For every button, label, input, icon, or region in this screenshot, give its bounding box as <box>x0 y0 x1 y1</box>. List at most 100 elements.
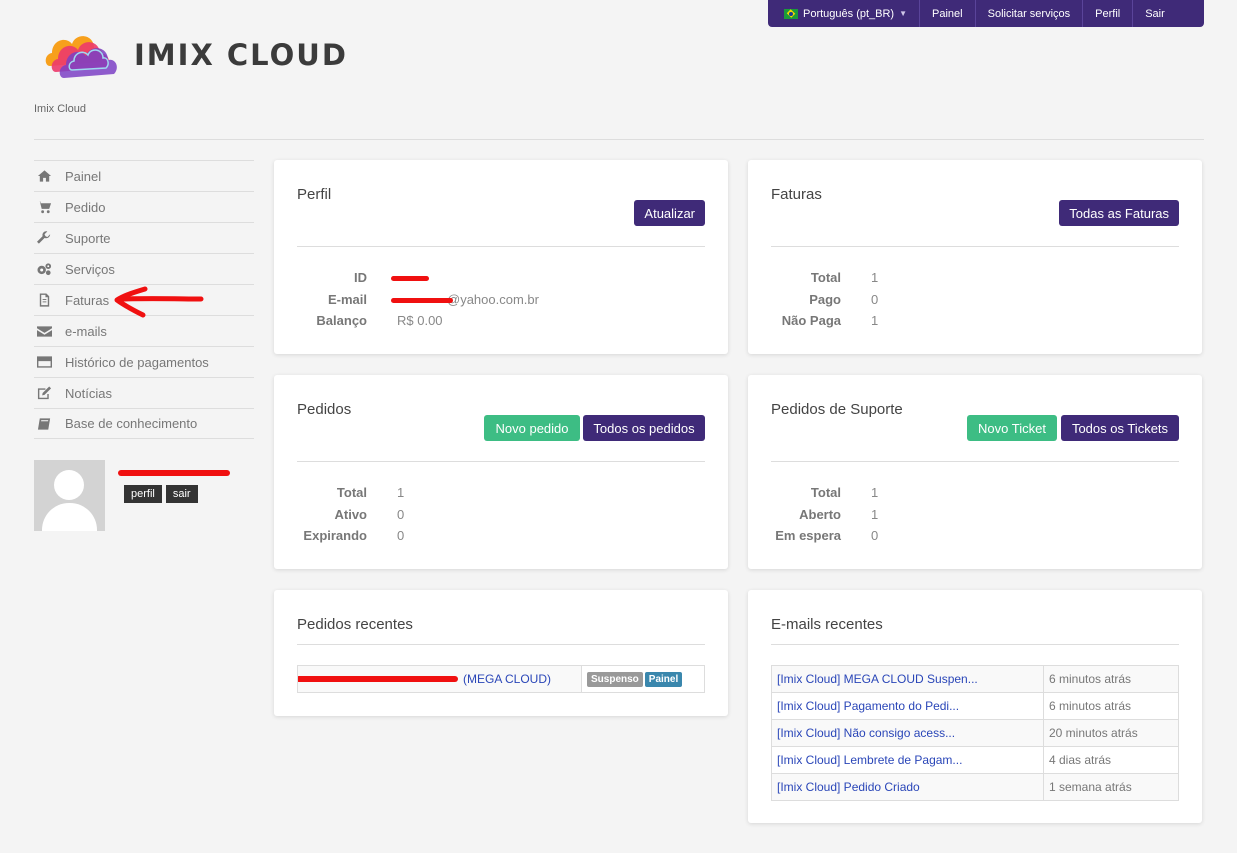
novo-ticket-button[interactable]: Novo Ticket <box>967 415 1057 441</box>
panel-title: Faturas <box>771 186 822 203</box>
order-status-cell: Suspenso Painel <box>581 665 705 693</box>
cart-icon <box>36 200 52 214</box>
recent-orders-panel: Pedidos recentes (MEGA CLOUD) Suspenso Pa… <box>274 590 728 716</box>
perfil-panel: Perfil Atualizar ID E-mail @yahoo.com.br … <box>274 160 728 354</box>
email-time: 20 minutos atrás <box>1043 719 1179 747</box>
header-divider <box>34 139 1204 140</box>
nav-solicitar-servicos[interactable]: Solicitar serviços <box>974 0 1083 27</box>
email-subject-link[interactable]: [Imix Cloud] Lembrete de Pagam... <box>777 753 962 767</box>
order-link[interactable]: (MEGA CLOUD) <box>463 672 551 686</box>
panel-title: Pedidos de Suporte <box>771 401 903 418</box>
brand-subtitle: Imix Cloud <box>34 103 86 115</box>
perfil-details: ID E-mail @yahoo.com.br Balanço R$ 0.00 <box>297 267 597 332</box>
email-time: 4 dias atrás <box>1043 746 1179 774</box>
table-row: [Imix Cloud] Lembrete de Pagam... 4 dias … <box>771 746 1179 774</box>
wrench-icon <box>36 231 52 245</box>
stat-value: 0 <box>871 528 879 544</box>
user-perfil-button[interactable]: perfil <box>124 485 162 503</box>
novo-pedido-button[interactable]: Novo pedido <box>484 415 580 441</box>
sidebar-item-pedido[interactable]: Pedido <box>34 191 254 222</box>
nav-perfil[interactable]: Perfil <box>1082 0 1132 27</box>
caret-down-icon: ▼ <box>899 9 908 18</box>
stat-value: 0 <box>397 506 405 522</box>
suporte-stats: Total 1 Aberto 1 Em espera 0 <box>771 482 971 547</box>
pedidos-panel: Pedidos Novo pedido Todos os pedidos Tot… <box>274 375 728 569</box>
recent-emails-panel: E-mails recentes [Imix Cloud] MEGA CLOUD… <box>748 590 1202 823</box>
table-row: [Imix Cloud] MEGA CLOUD Suspen... 6 minut… <box>771 665 1179 693</box>
stat-value: 1 <box>871 506 879 522</box>
nav-painel[interactable]: Painel <box>919 0 975 27</box>
email-label: E-mail <box>327 291 367 307</box>
sidebar-item-label: Faturas <box>65 292 110 308</box>
language-selector[interactable]: Português (pt_BR) ▼ <box>768 0 919 27</box>
sidebar-item-label: Suporte <box>65 230 111 246</box>
email-subject-link[interactable]: [Imix Cloud] MEGA CLOUD Suspen... <box>777 672 978 686</box>
edit-icon <box>36 386 52 400</box>
user-box: perfil sair <box>34 460 230 531</box>
logo-text: IMIX CLOUD <box>134 38 348 72</box>
brand-logo[interactable]: IMIX CLOUD <box>42 26 348 84</box>
book-icon <box>36 417 52 431</box>
email-subject-link[interactable]: [Imix Cloud] Pedido Criado <box>777 780 920 794</box>
email-time: 6 minutos atrás <box>1043 665 1179 693</box>
atualizar-button[interactable]: Atualizar <box>634 200 705 226</box>
sidebar-item-noticias[interactable]: Notícias <box>34 377 254 408</box>
todos-tickets-button[interactable]: Todos os Tickets <box>1061 415 1179 441</box>
sidebar-item-label: Serviços <box>65 261 115 277</box>
panel-title: Pedidos recentes <box>297 616 413 633</box>
envelope-icon <box>36 324 52 338</box>
stat-value: 1 <box>397 485 405 501</box>
panel-divider <box>297 644 705 645</box>
panel-divider <box>771 246 1179 247</box>
panel-divider <box>297 461 705 462</box>
todos-pedidos-button[interactable]: Todos os pedidos <box>583 415 705 441</box>
balance-value: R$ 0.00 <box>397 313 443 329</box>
stat-label: Total <box>336 485 367 501</box>
email-subject-link[interactable]: [Imix Cloud] Não consigo acess... <box>777 726 955 740</box>
stat-value: 0 <box>397 528 405 544</box>
stat-label: Total <box>810 270 841 286</box>
recent-orders-table: (MEGA CLOUD) Suspenso Painel <box>297 665 705 693</box>
sidebar-item-base-conhecimento[interactable]: Base de conhecimento <box>34 408 254 439</box>
user-sair-button[interactable]: sair <box>165 485 198 503</box>
nav-sair[interactable]: Sair <box>1132 0 1177 27</box>
table-row: [Imix Cloud] Pagamento do Pedi... 6 minut… <box>771 692 1179 720</box>
email-time: 1 semana atrás <box>1043 773 1179 801</box>
sidebar-item-label: Pedido <box>65 199 106 215</box>
todas-faturas-button[interactable]: Todas as Faturas <box>1059 200 1179 226</box>
painel-badge[interactable]: Painel <box>644 672 683 687</box>
sidebar-item-historico-pagamentos[interactable]: Histórico de pagamentos <box>34 346 254 377</box>
avatar <box>34 460 105 531</box>
annotation-arrow-icon <box>114 286 204 318</box>
status-badge: Suspenso <box>587 672 643 687</box>
id-value-redacted <box>391 273 437 283</box>
cloud-logo-icon <box>45 36 117 78</box>
panel-divider <box>771 644 1179 645</box>
sidebar-item-suporte[interactable]: Suporte <box>34 222 254 253</box>
stat-label: Expirando <box>303 528 367 544</box>
email-subject-link[interactable]: [Imix Cloud] Pagamento do Pedi... <box>777 699 959 713</box>
brazil-flag-icon <box>784 8 798 19</box>
email-time: 6 minutos atrás <box>1043 692 1179 720</box>
user-name-redacted <box>118 464 230 478</box>
faturas-panel: Faturas Todas as Faturas Total 1 Pago 0 Nã… <box>748 160 1202 354</box>
sidebar-item-label: Histórico de pagamentos <box>65 354 209 370</box>
table-row: (MEGA CLOUD) Suspenso Painel <box>297 665 705 693</box>
suporte-panel: Pedidos de Suporte Novo Ticket Todos os … <box>748 375 1202 569</box>
credit-card-icon <box>36 355 52 369</box>
id-label: ID <box>354 270 367 286</box>
pedidos-stats: Total 1 Ativo 0 Expirando 0 <box>297 482 497 547</box>
stat-value: 1 <box>871 313 879 329</box>
stat-label: Total <box>810 485 841 501</box>
recent-emails-table: [Imix Cloud] MEGA CLOUD Suspen... 6 minut… <box>771 665 1179 801</box>
panel-title: E-mails recentes <box>771 616 883 633</box>
top-navbar: Português (pt_BR) ▼ Painel Solicitar ser… <box>768 0 1204 27</box>
sidebar-item-label: Notícias <box>65 385 112 401</box>
stat-label: Pago <box>809 291 841 307</box>
panel-title: Pedidos <box>297 401 352 418</box>
sidebar-item-servicos[interactable]: Serviços <box>34 253 254 284</box>
language-label: Português (pt_BR) <box>803 7 895 20</box>
order-name-cell[interactable]: (MEGA CLOUD) <box>297 665 582 693</box>
stat-label: Não Paga <box>781 313 841 329</box>
sidebar-item-painel[interactable]: Painel <box>34 160 254 191</box>
